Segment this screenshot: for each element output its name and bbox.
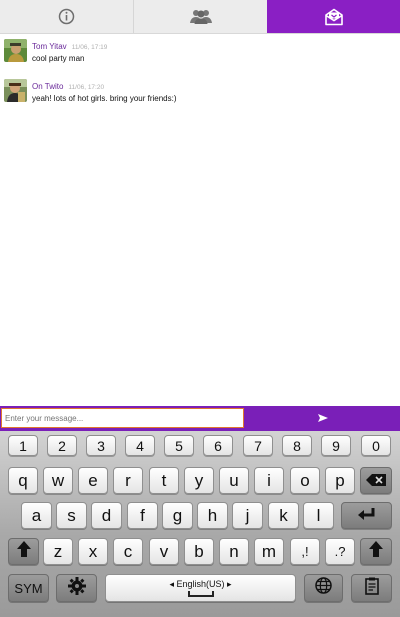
tab-bar: [0, 0, 400, 34]
key-u[interactable]: u: [219, 467, 249, 494]
key-r[interactable]: r: [113, 467, 143, 494]
message-header: On Twito 11/06, 17:20: [32, 82, 104, 93]
keyboard-row-1: q w e r t y u i o p: [0, 467, 400, 494]
key-c[interactable]: c: [113, 538, 143, 565]
key-d[interactable]: d: [91, 502, 122, 529]
message-timestamp: 11/06, 17:20: [68, 84, 105, 91]
message-header: Tom Yitav 11/06, 17:19: [32, 42, 107, 53]
key-a[interactable]: a: [21, 502, 52, 529]
key-4[interactable]: 4: [125, 435, 155, 456]
enter-key[interactable]: [341, 502, 392, 529]
send-button[interactable]: [246, 406, 400, 431]
message-item[interactable]: Tom Yitav 11/06, 17:19 cool party man: [0, 39, 400, 75]
key-q[interactable]: q: [8, 467, 38, 494]
message-input[interactable]: [1, 408, 244, 428]
tab-info[interactable]: [0, 0, 133, 33]
key-i[interactable]: i: [254, 467, 284, 494]
message-timestamp: 11/06, 17:19: [71, 44, 108, 51]
avatar[interactable]: [4, 39, 27, 62]
key-comma-exclaim[interactable]: ,!: [290, 538, 320, 565]
key-t[interactable]: t: [149, 467, 179, 494]
avatar[interactable]: [4, 79, 27, 102]
settings-key[interactable]: [56, 574, 97, 602]
clipboard-icon: [364, 577, 379, 600]
key-8[interactable]: 8: [282, 435, 312, 456]
key-g[interactable]: g: [162, 502, 193, 529]
send-icon: [317, 410, 329, 428]
key-w[interactable]: w: [43, 467, 73, 494]
key-y[interactable]: y: [184, 467, 214, 494]
key-h[interactable]: h: [197, 502, 228, 529]
shift-icon: [369, 541, 383, 562]
composer-bar: [0, 406, 400, 431]
on-screen-keyboard: 1 2 3 4 5 6 7 8 9 0 q w e r t y u i o p …: [0, 431, 400, 617]
sym-key[interactable]: SYM: [8, 574, 49, 602]
message-item[interactable]: On Twito 11/06, 17:20 yeah! lots of hot g…: [0, 79, 400, 115]
shift-icon: [16, 541, 31, 562]
key-3[interactable]: 3: [86, 435, 116, 456]
key-1[interactable]: 1: [8, 435, 38, 456]
group-icon: [189, 8, 213, 25]
key-7[interactable]: 7: [243, 435, 273, 456]
keyboard-row-2: a s d f g h j k l: [0, 502, 400, 529]
enter-icon: [357, 506, 377, 526]
key-z[interactable]: z: [43, 538, 73, 565]
space-icon: [188, 591, 214, 597]
tab-messages[interactable]: [267, 0, 400, 33]
shift-key-right[interactable]: [360, 538, 392, 565]
tab-people[interactable]: [133, 0, 267, 33]
key-p[interactable]: p: [325, 467, 355, 494]
key-l[interactable]: l: [303, 502, 334, 529]
language-key[interactable]: [304, 574, 343, 602]
key-n[interactable]: n: [219, 538, 249, 565]
key-period-question[interactable]: .?: [325, 538, 355, 565]
shift-key[interactable]: [8, 538, 39, 565]
message-author[interactable]: On Twito: [32, 82, 63, 91]
mail-open-icon: [324, 8, 344, 26]
key-k[interactable]: k: [268, 502, 299, 529]
space-key[interactable]: ◂ English(US) ▸: [105, 574, 296, 602]
clipboard-key[interactable]: [351, 574, 392, 602]
key-s[interactable]: s: [56, 502, 87, 529]
gear-icon: [67, 576, 86, 600]
key-9[interactable]: 9: [321, 435, 351, 456]
keyboard-language-label: ◂ English(US) ▸: [169, 579, 232, 589]
key-x[interactable]: x: [78, 538, 108, 565]
key-m[interactable]: m: [254, 538, 284, 565]
globe-icon: [315, 577, 332, 599]
info-icon: [58, 8, 75, 25]
key-5[interactable]: 5: [164, 435, 194, 456]
keyboard-number-row: 1 2 3 4 5 6 7 8 9 0: [0, 435, 400, 462]
message-author[interactable]: Tom Yitav: [32, 42, 67, 51]
keyboard-row-bottom: SYM ◂ English(US) ▸: [0, 574, 400, 602]
key-0[interactable]: 0: [361, 435, 391, 456]
key-f[interactable]: f: [127, 502, 158, 529]
backspace-key[interactable]: [360, 467, 392, 494]
key-e[interactable]: e: [78, 467, 108, 494]
keyboard-row-3: z x c v b n m ,! .?: [0, 538, 400, 565]
message-text: cool party man: [32, 54, 85, 63]
key-6[interactable]: 6: [203, 435, 233, 456]
key-2[interactable]: 2: [47, 435, 77, 456]
key-j[interactable]: j: [232, 502, 263, 529]
backspace-icon: [366, 471, 386, 491]
message-text: yeah! lots of hot girls. bring your frie…: [32, 94, 177, 103]
message-list[interactable]: Tom Yitav 11/06, 17:19 cool party man On …: [0, 34, 400, 406]
key-o[interactable]: o: [290, 467, 320, 494]
key-b[interactable]: b: [184, 538, 214, 565]
key-v[interactable]: v: [149, 538, 179, 565]
